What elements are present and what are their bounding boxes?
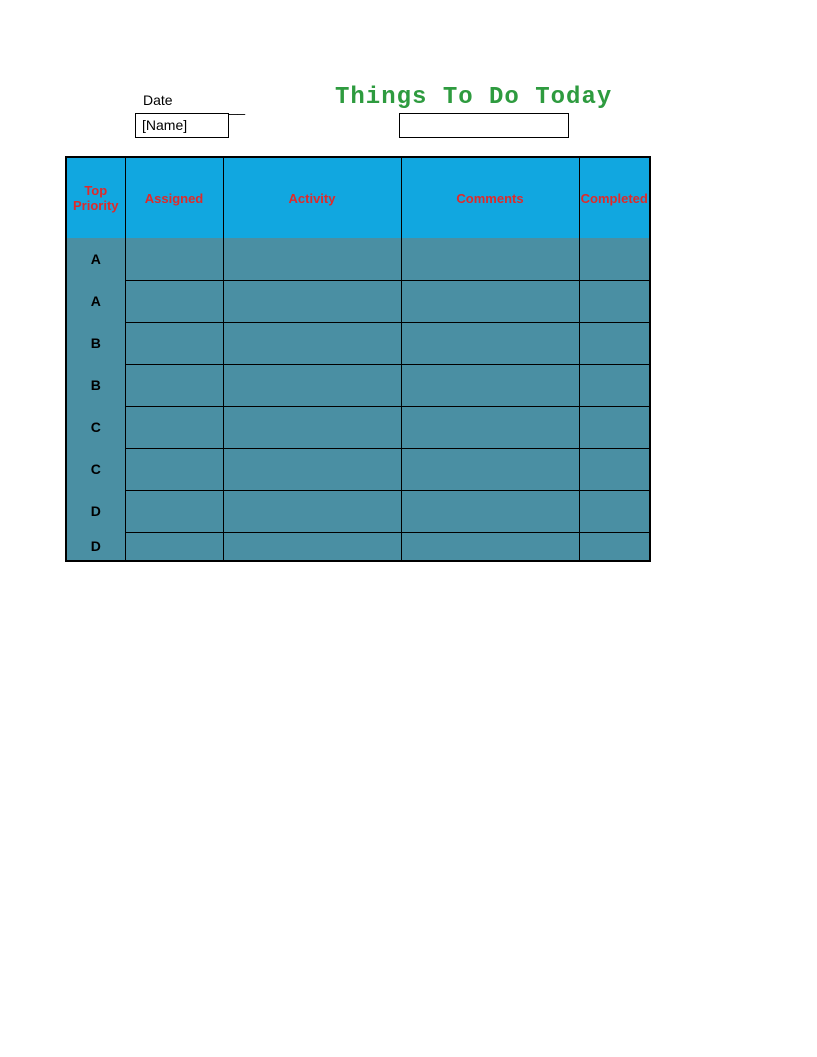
table-row: D: [67, 532, 649, 560]
activity-cell[interactable]: [223, 280, 401, 322]
completed-cell[interactable]: [579, 238, 649, 280]
completed-cell[interactable]: [579, 532, 649, 560]
col-header-comments: Comments: [401, 158, 579, 238]
comments-cell[interactable]: [401, 280, 579, 322]
table-row: B: [67, 364, 649, 406]
comments-cell[interactable]: [401, 364, 579, 406]
date-label: Date: [143, 92, 173, 108]
activity-cell[interactable]: [223, 322, 401, 364]
assigned-cell[interactable]: [125, 364, 223, 406]
completed-cell[interactable]: [579, 280, 649, 322]
comments-cell[interactable]: [401, 406, 579, 448]
page-title: Things To Do Today: [335, 84, 612, 111]
assigned-cell[interactable]: [125, 280, 223, 322]
table-body: A A B B: [67, 238, 649, 560]
table-row: A: [67, 238, 649, 280]
activity-cell[interactable]: [223, 406, 401, 448]
col-header-activity: Activity: [223, 158, 401, 238]
completed-cell[interactable]: [579, 322, 649, 364]
col-header-assigned: Assigned: [125, 158, 223, 238]
col-header-priority: Top Priority: [67, 158, 125, 238]
todo-table-wrap: Top Priority Assigned Activity Comments …: [65, 156, 651, 562]
comments-cell[interactable]: [401, 322, 579, 364]
activity-cell[interactable]: [223, 532, 401, 560]
blank-input-box[interactable]: [399, 113, 569, 138]
priority-cell: B: [67, 322, 125, 364]
comments-cell[interactable]: [401, 448, 579, 490]
activity-cell[interactable]: [223, 238, 401, 280]
table-row: D: [67, 490, 649, 532]
completed-cell[interactable]: [579, 448, 649, 490]
priority-cell: D: [67, 490, 125, 532]
header-row: Top Priority Assigned Activity Comments …: [67, 158, 649, 238]
comments-cell[interactable]: [401, 490, 579, 532]
comments-cell[interactable]: [401, 238, 579, 280]
assigned-cell[interactable]: [125, 490, 223, 532]
table-row: C: [67, 448, 649, 490]
priority-cell: C: [67, 448, 125, 490]
table-row: B: [67, 322, 649, 364]
activity-cell[interactable]: [223, 490, 401, 532]
priority-cell: C: [67, 406, 125, 448]
priority-cell: A: [67, 238, 125, 280]
completed-cell[interactable]: [579, 490, 649, 532]
table-row: C: [67, 406, 649, 448]
completed-cell[interactable]: [579, 364, 649, 406]
activity-cell[interactable]: [223, 448, 401, 490]
assigned-cell[interactable]: [125, 238, 223, 280]
completed-cell[interactable]: [579, 406, 649, 448]
name-input-box[interactable]: [Name]: [135, 113, 229, 138]
priority-cell: B: [67, 364, 125, 406]
priority-cell: A: [67, 280, 125, 322]
col-header-completed: Completed: [579, 158, 649, 238]
activity-cell[interactable]: [223, 364, 401, 406]
assigned-cell[interactable]: [125, 532, 223, 560]
todo-table: Top Priority Assigned Activity Comments …: [67, 158, 649, 560]
comments-cell[interactable]: [401, 532, 579, 560]
assigned-cell[interactable]: [125, 322, 223, 364]
table-row: A: [67, 280, 649, 322]
assigned-cell[interactable]: [125, 406, 223, 448]
assigned-cell[interactable]: [125, 448, 223, 490]
priority-cell: D: [67, 532, 125, 560]
